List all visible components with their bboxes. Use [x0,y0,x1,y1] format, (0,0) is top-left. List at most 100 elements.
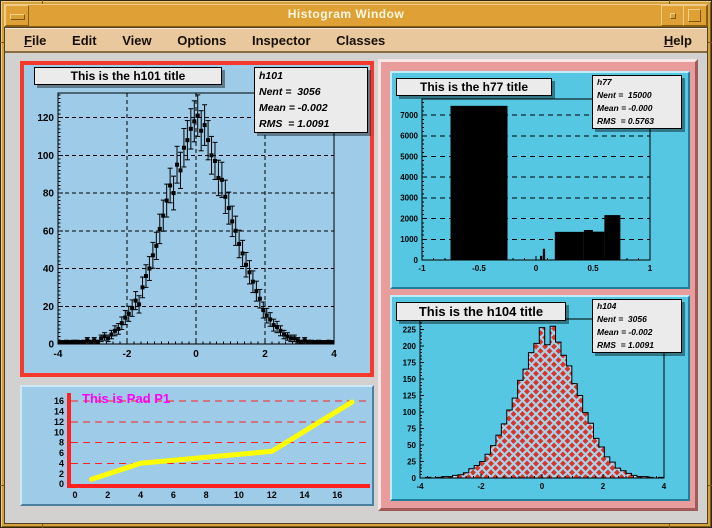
svg-text:100: 100 [37,151,54,162]
h77-stats-box[interactable]: h77 Nent = 15000 Mean = -0.000 RMS = 0.5… [592,75,682,129]
svg-text:6000: 6000 [400,132,418,141]
minimize-icon [670,13,676,19]
svg-text:8: 8 [204,490,209,500]
h77-stat-mean: Mean = -0.000 [593,102,681,115]
svg-text:150: 150 [403,375,417,384]
svg-text:14: 14 [54,407,64,417]
svg-text:-0.5: -0.5 [472,264,486,273]
h104-stats-box[interactable]: h104 Nent = 3056 Mean = -0.002 RMS = 1.0… [592,299,682,353]
svg-text:-2: -2 [477,482,485,491]
window-title: Histogram Window [45,5,647,26]
h101-title-box[interactable]: This is the h101 title [34,67,222,85]
svg-text:12: 12 [54,417,64,427]
svg-text:3000: 3000 [400,194,418,203]
svg-text:200: 200 [403,342,417,351]
svg-text:0: 0 [193,349,199,360]
svg-text:2: 2 [59,469,64,479]
svg-text:0: 0 [59,479,64,489]
svg-text:20: 20 [43,302,55,313]
svg-text:-2: -2 [123,349,132,360]
h101-stat-mean: Mean = -0.002 [255,100,367,116]
h101-stats-box[interactable]: h101 Nent = 3056 Mean = -0.002 RMS = 1.0… [254,67,368,133]
svg-text:80: 80 [43,189,55,200]
svg-text:0: 0 [534,264,539,273]
menubar: File Edit View Options Inspector Classes… [5,28,707,53]
svg-text:16: 16 [332,490,342,500]
svg-text:125: 125 [403,391,417,400]
titlebar[interactable]: Histogram Window [4,4,708,27]
svg-text:75: 75 [407,424,416,433]
svg-text:60: 60 [43,226,55,237]
svg-text:6: 6 [59,448,64,458]
svg-text:0.5: 0.5 [587,264,599,273]
h77-stat-entries: Nent = 15000 [593,89,681,102]
pad-h104[interactable]: -4-20240255075100125150175200225 This is… [390,295,690,501]
minimize-button[interactable] [661,5,685,26]
svg-text:10: 10 [54,427,64,437]
svg-text:12: 12 [267,490,277,500]
svg-text:2000: 2000 [400,214,418,223]
window-menu-icon [10,14,25,20]
menu-item-help[interactable]: Help [661,29,695,52]
svg-text:-4: -4 [416,482,424,491]
svg-text:16: 16 [54,396,64,406]
h77-stat-name: h77 [593,76,681,89]
svg-text:50: 50 [407,441,416,450]
svg-text:7000: 7000 [400,111,418,120]
svg-text:8: 8 [59,438,64,448]
h101-stat-entries: Nent = 3056 [255,84,367,100]
window-frame[interactable]: Histogram Window File Edit View Options … [0,0,712,528]
menu-item-inspector[interactable]: Inspector [249,29,314,52]
maximize-icon [688,9,701,22]
svg-text:25: 25 [407,457,416,466]
svg-text:40: 40 [43,264,55,275]
svg-text:4: 4 [59,458,64,468]
svg-text:14: 14 [300,490,310,500]
svg-text:2: 2 [105,490,110,500]
svg-text:10: 10 [234,490,244,500]
pad-p1[interactable]: 02468101214160246810121416 This is Pad P… [20,385,374,506]
svg-text:-1: -1 [418,264,426,273]
svg-text:0: 0 [412,474,417,483]
pad-h101[interactable]: -4-2024020406080100120 This is the h101 … [20,61,374,377]
root-canvas[interactable]: -4-2024020406080100120 This is the h101 … [5,54,707,523]
menu-item-view[interactable]: View [119,29,154,52]
menu-item-edit[interactable]: Edit [69,29,100,52]
h104-title-box[interactable]: This is the h104 title [396,302,566,321]
h104-stat-name: h104 [593,300,681,313]
p1-plot[interactable]: 02468101214160246810121416 [22,387,372,504]
svg-text:100: 100 [403,408,417,417]
svg-text:120: 120 [37,113,54,124]
svg-text:0: 0 [48,340,54,351]
menu-item-file[interactable]: File [21,29,49,52]
h101-stat-name: h101 [255,68,367,84]
h104-stat-mean: Mean = -0.002 [593,326,681,339]
h77-stat-rms: RMS = 0.5763 [593,115,681,128]
window-menu-button[interactable] [5,5,29,26]
svg-text:4: 4 [331,349,337,360]
h104-stat-rms: RMS = 1.0091 [593,339,681,352]
svg-text:1000: 1000 [400,235,418,244]
svg-text:4: 4 [138,490,143,500]
pad-h77[interactable]: -1 -0.5 0 0.5 1 0 1000 2000 3000 4000 5000 6000 7000… [390,71,690,289]
pad-right-container[interactable]: -1-0.500.5101000200030004000500060007000… [378,59,698,511]
h104-stat-entries: Nent = 3056 [593,313,681,326]
p1-title-label: This is Pad P1 [82,391,170,406]
menu-item-options[interactable]: Options [174,29,229,52]
h77-title-box[interactable]: This is the h77 title [396,78,552,96]
svg-text:4000: 4000 [400,173,418,182]
svg-text:4: 4 [662,482,667,491]
svg-text:5000: 5000 [400,152,418,161]
svg-text:0: 0 [540,482,545,491]
client-area: File Edit View Options Inspector Classes… [4,27,708,524]
svg-text:0: 0 [72,490,77,500]
svg-text:6: 6 [171,490,176,500]
svg-text:2: 2 [262,349,268,360]
svg-text:1: 1 [648,264,653,273]
svg-text:175: 175 [403,358,417,367]
h101-stat-rms: RMS = 1.0091 [255,116,367,132]
menu-item-classes[interactable]: Classes [333,29,388,52]
svg-text:0: 0 [414,256,419,265]
maximize-button[interactable] [683,5,707,26]
svg-text:2: 2 [601,482,606,491]
